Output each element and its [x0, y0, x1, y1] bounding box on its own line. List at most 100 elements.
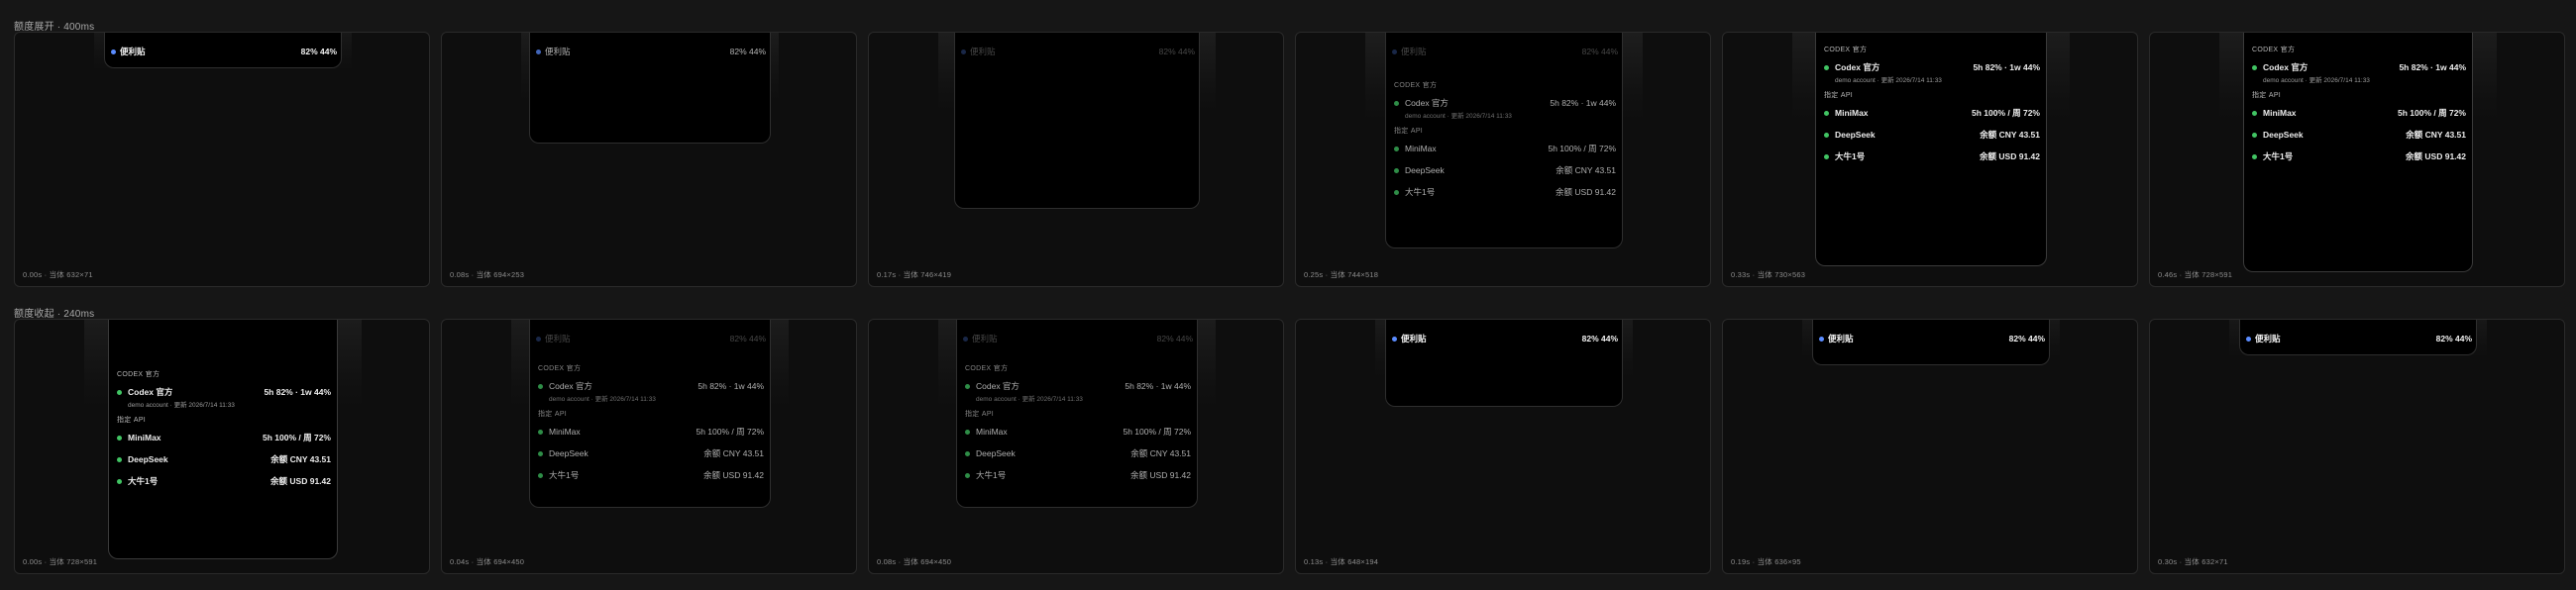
frame-caption: 0.46s · 当体 728×591: [2158, 270, 2233, 279]
status-dot-icon: [538, 472, 543, 478]
status-pill[interactable]: 便利贴 82% 44%: [1386, 332, 1624, 345]
quota-panel: CODEX 官方 Codex 官方 5h 82% · 1w 44% demo ac…: [1386, 74, 1624, 205]
codex-account-meta: demo account · 更新 2026/7/14 11:33: [976, 396, 1083, 403]
quota-row-codex[interactable]: Codex 官方 5h 82% · 1w 44%: [117, 385, 331, 399]
pill-label: 便利贴: [970, 47, 996, 56]
pill-label: 便利贴: [1828, 334, 1854, 344]
codex-account-meta: demo account · 更新 2026/7/14 11:33: [2263, 77, 2370, 84]
panel-header-codex: CODEX 官方: [1394, 82, 1438, 89]
panel-header-api: 指定 API: [1394, 128, 1424, 135]
animation-frame: 便利贴 82% 44% CODEX 官方 Codex 官方 5h 82% · 1w…: [441, 319, 857, 574]
quota-row-daniu[interactable]: 大牛1号 余额 USD 91.42: [538, 468, 764, 482]
notch-widget[interactable]: 便利贴 82% 44%: [529, 33, 771, 144]
quota-row-deepseek[interactable]: DeepSeek 余额 CNY 43.51: [2252, 128, 2466, 142]
animation-frame: 便利贴 82% 44% 0.30s · 当体 632×71: [2149, 319, 2565, 574]
notch-widget[interactable]: 便利贴 82% 44%: [104, 33, 342, 68]
quota-row-codex[interactable]: Codex 官方 5h 82% · 1w 44%: [1824, 60, 2040, 74]
pill-usage: 82% 44%: [1581, 47, 1618, 56]
animation-frame: CODEX 官方 Codex 官方 5h 82% · 1w 44% demo ac…: [1722, 32, 2138, 287]
quota-row-codex[interactable]: Codex 官方 5h 82% · 1w 44%: [1394, 96, 1616, 110]
status-dot-icon: [117, 456, 122, 462]
notch-widget[interactable]: 便利贴 82% 44%: [1385, 320, 1623, 407]
notch-widget[interactable]: 便利贴 82% 44% CODEX 官方 Codex 官方 5h 82% · 1w…: [956, 320, 1198, 508]
quota-row-minimax[interactable]: MiniMax 5h 100% / 周 72%: [1394, 142, 1616, 155]
quota-row-deepseek[interactable]: DeepSeek 余额 CNY 43.51: [538, 446, 764, 460]
quota-row-daniu[interactable]: 大牛1号 余额 USD 91.42: [965, 468, 1191, 482]
frame-caption: 0.00s · 当体 728×591: [23, 557, 98, 566]
quota-row-deepseek[interactable]: DeepSeek 余额 CNY 43.51: [965, 446, 1191, 460]
quota-row-minimax[interactable]: MiniMax 5h 100% / 周 72%: [965, 425, 1191, 439]
codex-account-meta: demo account · 更新 2026/7/14 11:33: [1405, 113, 1512, 120]
status-dot-icon: [963, 336, 968, 342]
quota-row-daniu[interactable]: 大牛1号 余额 USD 91.42: [2252, 149, 2466, 163]
panel-header-codex: CODEX 官方: [2252, 47, 2296, 53]
notch-widget[interactable]: CODEX 官方 Codex 官方 5h 82% · 1w 44% demo ac…: [1815, 33, 2047, 266]
quota-row-minimax[interactable]: MiniMax 5h 100% / 周 72%: [2252, 106, 2466, 120]
pill-usage: 82% 44%: [1158, 47, 1195, 56]
status-dot-icon: [1394, 167, 1399, 173]
quota-row-minimax[interactable]: MiniMax 5h 100% / 周 72%: [1824, 106, 2040, 120]
status-pill[interactable]: 便利贴 82% 44%: [955, 45, 1201, 58]
notch-widget[interactable]: 便利贴 82% 44%: [954, 33, 1200, 209]
animation-row-collapse: CODEX 官方 Codex 官方 5h 82% · 1w 44% demo ac…: [14, 319, 2565, 574]
status-dot-icon: [1392, 49, 1397, 54]
quota-row-minimax[interactable]: MiniMax 5h 100% / 周 72%: [117, 431, 331, 444]
notch-widget[interactable]: CODEX 官方 Codex 官方 5h 82% · 1w 44% demo ac…: [108, 320, 338, 559]
pill-label: 便利贴: [2255, 334, 2281, 344]
panel-header-api: 指定 API: [538, 411, 568, 418]
quota-row-daniu[interactable]: 大牛1号 余额 USD 91.42: [1394, 185, 1616, 199]
section-title-expand: 额度展开 · 400ms: [14, 22, 95, 33]
quota-panel: CODEX 官方 Codex 官方 5h 82% · 1w 44% demo ac…: [2244, 39, 2474, 169]
notch-widget[interactable]: 便利贴 82% 44%: [2239, 320, 2477, 355]
notch-widget[interactable]: 便利贴 82% 44% CODEX 官方 Codex 官方 5h 82% · 1w…: [529, 320, 771, 508]
status-dot-icon: [1824, 110, 1829, 116]
quota-row-deepseek[interactable]: DeepSeek 余额 CNY 43.51: [1824, 128, 2040, 142]
status-dot-icon: [536, 49, 541, 54]
status-dot-icon: [2252, 110, 2257, 116]
status-pill[interactable]: 便利贴 82% 44%: [1813, 332, 2051, 345]
quota-row-codex[interactable]: Codex 官方 5h 82% · 1w 44%: [965, 379, 1191, 393]
animation-frame: CODEX 官方 Codex 官方 5h 82% · 1w 44% demo ac…: [14, 319, 430, 574]
status-pill[interactable]: 便利贴 82% 44%: [530, 45, 772, 58]
pill-label: 便利贴: [1401, 334, 1427, 344]
quota-row-codex[interactable]: Codex 官方 5h 82% · 1w 44%: [2252, 60, 2466, 74]
codex-account-meta: demo account · 更新 2026/7/14 11:33: [1835, 77, 1942, 84]
notch-widget[interactable]: 便利贴 82% 44%: [1812, 320, 2050, 365]
quota-row-daniu[interactable]: 大牛1号 余额 USD 91.42: [117, 474, 331, 488]
status-pill[interactable]: 便利贴 82% 44%: [105, 45, 343, 58]
quota-row-codex[interactable]: Codex 官方 5h 82% · 1w 44%: [538, 379, 764, 393]
panel-header-api: 指定 API: [965, 411, 995, 418]
frame-caption: 0.17s · 当体 746×419: [877, 270, 952, 279]
pill-usage: 82% 44%: [729, 334, 766, 344]
pill-usage: 82% 44%: [1156, 334, 1193, 344]
status-pill[interactable]: 便利贴 82% 44%: [2240, 332, 2478, 345]
status-dot-icon: [538, 429, 543, 435]
pill-label: 便利贴: [545, 334, 571, 344]
quota-row-minimax[interactable]: MiniMax 5h 100% / 周 72%: [538, 425, 764, 439]
status-dot-icon: [2246, 336, 2251, 342]
quota-row-deepseek[interactable]: DeepSeek 余额 CNY 43.51: [1394, 163, 1616, 177]
quota-row-daniu[interactable]: 大牛1号 余额 USD 91.42: [1824, 149, 2040, 163]
status-dot-icon: [117, 389, 122, 395]
panel-header-api: 指定 API: [1824, 92, 1854, 99]
quota-row-deepseek[interactable]: DeepSeek 余额 CNY 43.51: [117, 452, 331, 466]
status-dot-icon: [538, 450, 543, 456]
status-dot-icon: [1824, 64, 1829, 70]
pill-label: 便利贴: [1401, 47, 1427, 56]
status-pill[interactable]: 便利贴 82% 44%: [1386, 45, 1624, 58]
status-pill[interactable]: 便利贴 82% 44%: [530, 332, 772, 345]
status-dot-icon: [1394, 146, 1399, 151]
status-dot-icon: [1824, 132, 1829, 138]
notch-widget[interactable]: 便利贴 82% 44% CODEX 官方 Codex 官方 5h 82% · 1w…: [1385, 33, 1623, 248]
status-dot-icon: [965, 429, 970, 435]
codex-account-meta: demo account · 更新 2026/7/14 11:33: [128, 402, 235, 409]
animation-frame: 便利贴 82% 44% CODEX 官方 Codex 官方 5h 82% · 1w…: [1295, 32, 1711, 287]
panel-header-api: 指定 API: [117, 417, 147, 424]
status-pill[interactable]: 便利贴 82% 44%: [957, 332, 1199, 345]
quota-panel: CODEX 官方 Codex 官方 5h 82% · 1w 44% demo ac…: [109, 363, 339, 494]
quota-panel: CODEX 官方 Codex 官方 5h 82% · 1w 44% demo ac…: [1816, 39, 2048, 169]
status-dot-icon: [1824, 153, 1829, 159]
notch-widget[interactable]: CODEX 官方 Codex 官方 5h 82% · 1w 44% demo ac…: [2243, 33, 2473, 272]
animation-frame: 便利贴 82% 44% 0.13s · 当体 648×194: [1295, 319, 1711, 574]
panel-header-codex: CODEX 官方: [965, 365, 1009, 372]
